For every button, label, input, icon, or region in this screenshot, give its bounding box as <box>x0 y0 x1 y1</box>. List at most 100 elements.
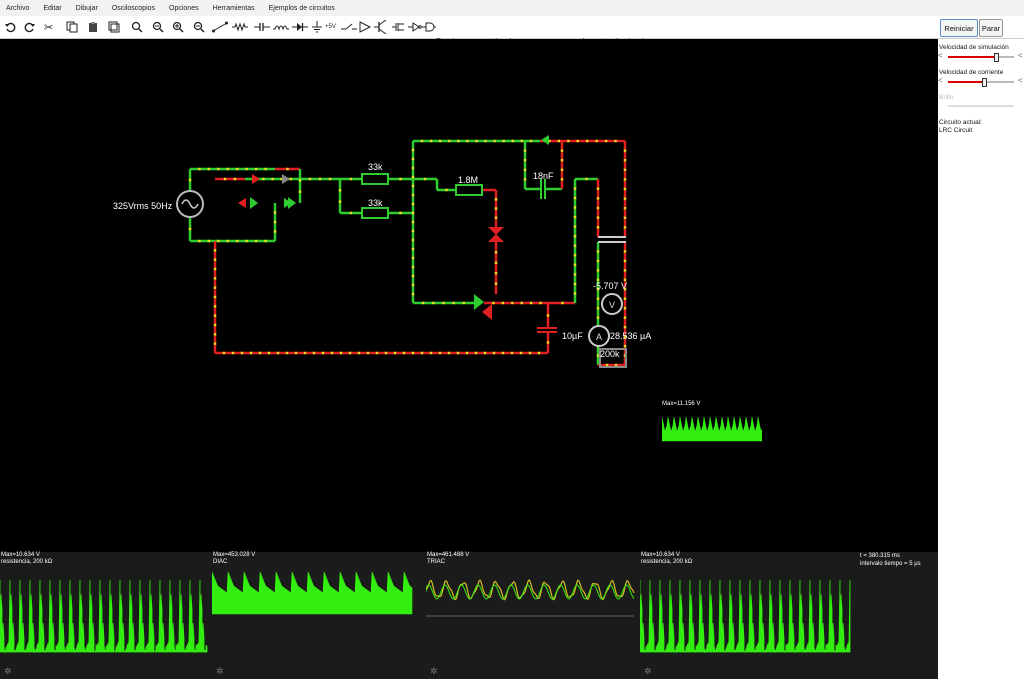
current-dot <box>511 302 513 304</box>
current-dot <box>350 178 352 180</box>
current-dot <box>322 352 324 354</box>
current-dot <box>624 149 626 151</box>
current-dot <box>214 296 216 298</box>
scope-1[interactable]: Max=10.634 V resistencia, 200 kΩ ✲ <box>0 552 211 679</box>
capacitor-icon[interactable] <box>254 19 270 35</box>
menu-examples[interactable]: Ejemplos de circuitos <box>263 5 343 12</box>
zoom-out-icon[interactable] <box>172 19 184 35</box>
current-dot <box>463 302 465 304</box>
resistor-33k-top-label: 33k <box>368 162 383 172</box>
current-dot <box>421 352 423 354</box>
scope-4[interactable]: Max=10.634 V resistencia, 200 kΩ ✲ <box>640 552 853 679</box>
current-dot <box>262 178 264 180</box>
current-dot <box>561 302 563 304</box>
zoom-in-icon[interactable] <box>152 19 164 35</box>
duplicate-icon[interactable] <box>108 19 120 35</box>
zoom-fit-icon[interactable] <box>131 19 143 35</box>
mosfet-icon[interactable] <box>392 19 406 35</box>
undo-icon[interactable] <box>4 19 16 35</box>
current-dot <box>412 266 414 268</box>
current-dot <box>412 284 414 286</box>
current-dot <box>624 326 626 328</box>
voltage-source-icon[interactable]: +5V <box>325 19 336 35</box>
wire-icon[interactable] <box>212 19 228 35</box>
sim-speed-knob[interactable] <box>994 53 999 62</box>
current-speed-right-arrow[interactable]: < <box>1018 76 1023 85</box>
menu-options[interactable]: Opciones <box>163 5 207 12</box>
copy-icon[interactable] <box>66 19 78 35</box>
scope-4-gear-icon[interactable]: ✲ <box>644 666 652 677</box>
current-dot <box>493 140 495 142</box>
current-dot <box>547 341 549 343</box>
current-dot <box>597 250 599 252</box>
current-dot <box>421 140 423 142</box>
current-dot <box>597 298 599 300</box>
current-dot <box>224 178 226 180</box>
current-dot <box>412 239 414 241</box>
current-dot <box>484 352 486 354</box>
current-dot <box>304 352 306 354</box>
redo-icon[interactable] <box>24 19 36 35</box>
switch-icon[interactable] <box>341 19 357 35</box>
current-dot <box>319 178 321 180</box>
menu-scopes[interactable]: Osciloscopios <box>106 5 163 12</box>
current-dot <box>502 352 504 354</box>
menu-file[interactable]: Archivo <box>0 5 37 12</box>
paste-icon[interactable] <box>87 19 99 35</box>
brightness-slider[interactable] <box>948 105 1014 107</box>
zoom-out-2-icon[interactable] <box>193 19 205 35</box>
current-dot <box>452 302 454 304</box>
current-dot <box>214 286 216 288</box>
sim-speed-left-arrow[interactable]: < <box>938 51 943 60</box>
current-dot <box>547 314 549 316</box>
opamp-icon[interactable] <box>358 19 372 35</box>
current-speed-left-arrow[interactable]: < <box>938 76 943 85</box>
scope-2-gear-icon[interactable]: ✲ <box>216 666 224 677</box>
circuit-name: LRC Circuit <box>939 127 972 134</box>
scope-2[interactable]: Max=453.028 V DIAC ✲ <box>212 552 425 679</box>
current-dot <box>236 240 238 242</box>
current-dot <box>412 167 414 169</box>
reset-button[interactable]: Reiniciar <box>940 19 978 37</box>
diode-icon[interactable] <box>292 19 308 35</box>
mini-scope[interactable]: Max=11.156 V <box>662 401 762 443</box>
resistor-icon[interactable] <box>232 19 248 35</box>
transistor-icon[interactable] <box>374 19 388 35</box>
current-dot <box>597 260 599 262</box>
current-dot <box>412 275 414 277</box>
menu-tools[interactable]: Herramientas <box>207 5 263 12</box>
stop-button[interactable]: Parar <box>979 19 1003 37</box>
ground-icon[interactable] <box>311 19 323 35</box>
current-dot <box>432 302 434 304</box>
current-speed-knob[interactable] <box>982 78 987 87</box>
gate-icon[interactable] <box>422 19 436 35</box>
scope-3-gear-icon[interactable]: ✲ <box>430 666 438 677</box>
current-dot <box>385 352 387 354</box>
scope-2-plot <box>212 552 425 679</box>
current-dot <box>597 316 599 318</box>
current-dot <box>412 248 414 250</box>
current-dot <box>466 352 468 354</box>
menu-draw[interactable]: Dibujar <box>70 5 106 12</box>
sim-speed-right-arrow[interactable]: < <box>1018 51 1023 60</box>
probe-icon[interactable] <box>408 19 422 35</box>
inductor-icon[interactable] <box>273 19 289 35</box>
current-speed-slider[interactable] <box>948 81 1014 83</box>
current-dot <box>597 216 599 218</box>
current-dot <box>214 258 216 260</box>
current-dot <box>259 352 261 354</box>
current-dot <box>232 352 234 354</box>
scope-2-name: DIAC <box>213 559 227 565</box>
current-dot <box>495 282 497 284</box>
current-dot <box>574 197 576 199</box>
scope-3[interactable]: Max=461.488 V TRIAC ✲ <box>426 552 639 679</box>
current-dot <box>299 179 301 181</box>
cut-icon[interactable]: ✂ <box>44 19 53 35</box>
menu-edit[interactable]: Editar <box>37 5 69 12</box>
circuit-canvas[interactable]: V A 325Vrms 50Hz 33k 33k 1.8M 18nF 10µF … <box>0 39 938 552</box>
current-speed-label: Velocidad de corriente <box>939 69 1003 76</box>
current-dot <box>223 352 225 354</box>
scope-1-gear-icon[interactable]: ✲ <box>4 666 12 677</box>
current-dot <box>214 249 216 251</box>
sim-speed-slider[interactable] <box>948 56 1014 58</box>
